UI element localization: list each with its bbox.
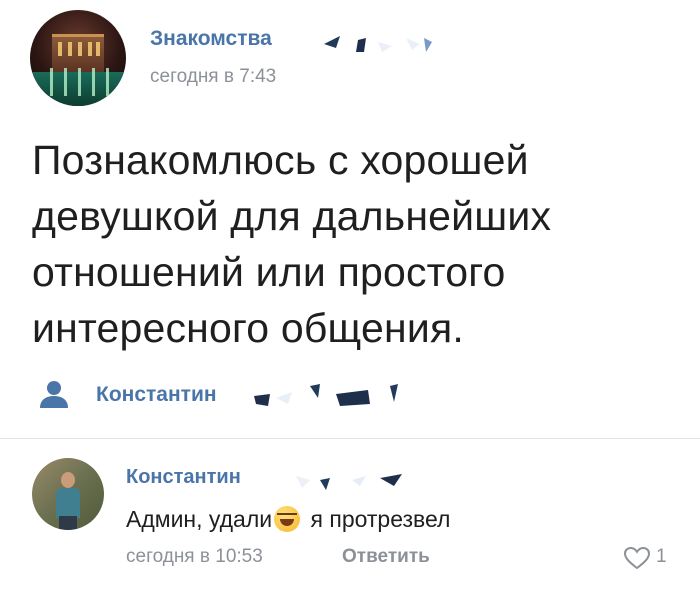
comment-text-after: я протрезвел [310,506,451,532]
signer-link[interactable]: Константин [96,383,217,407]
group-name-link[interactable]: Знакомства [150,27,272,51]
rolling-laughing-emoji-icon [274,506,301,532]
post-timestamp: сегодня в 7:43 [150,66,277,87]
user-icon [40,381,68,408]
redaction-marks [296,474,402,490]
divider [0,438,700,439]
comment-text: Админ, удали я протрезвел [126,506,450,533]
heart-icon[interactable] [623,546,651,570]
commenter-avatar[interactable] [32,458,104,530]
post-text: Познакомлюсь с хорошей девушкой для даль… [32,137,552,351]
group-avatar[interactable] [30,10,126,106]
redaction-marks [254,384,398,406]
comment-author-link[interactable]: Константин [126,466,241,489]
comment-timestamp: сегодня в 10:53 [126,546,263,567]
comment-text-before: Админ, удали [126,506,273,532]
reply-button[interactable]: Ответить [342,546,430,568]
redaction-marks [324,36,432,52]
like-count: 1 [656,546,667,567]
